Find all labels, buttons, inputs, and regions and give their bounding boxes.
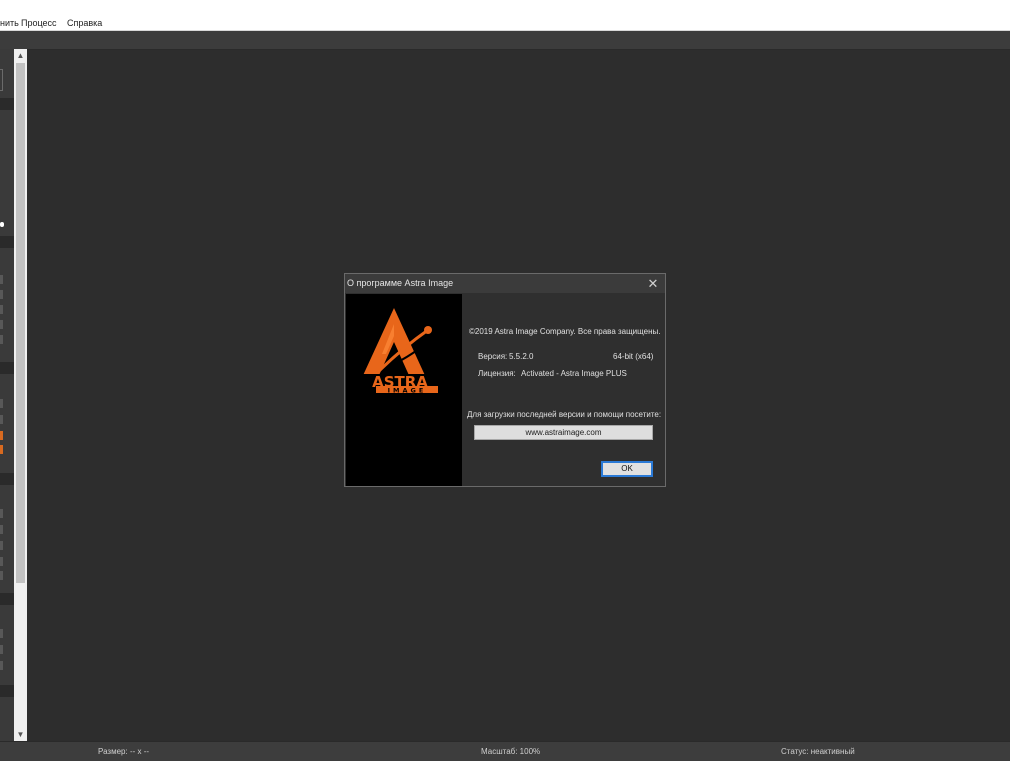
panel-section-header[interactable] bbox=[0, 236, 14, 248]
version-label: Версия: bbox=[478, 352, 508, 361]
astra-logo-icon: ASTRA IMAGE bbox=[360, 308, 440, 395]
logo-text-sub: IMAGE bbox=[388, 387, 427, 395]
panel-control-active[interactable] bbox=[0, 445, 3, 454]
panel-control[interactable] bbox=[0, 557, 3, 566]
panel-section-header[interactable] bbox=[0, 685, 14, 697]
panel-control[interactable] bbox=[0, 290, 3, 299]
panel-section-header[interactable] bbox=[0, 98, 14, 110]
status-bar: Размер: -- x -- Масштаб: 100% Статус: не… bbox=[0, 741, 1010, 761]
copyright-text: ©2019 Astra Image Company. Все права защ… bbox=[469, 327, 661, 336]
license-value: Activated - Astra Image PLUS bbox=[521, 369, 627, 378]
panel-section-header[interactable] bbox=[0, 473, 14, 485]
download-prompt: Для загрузки последней версии и помощи п… bbox=[467, 410, 662, 419]
panel-control[interactable] bbox=[0, 275, 3, 284]
menu-bar: нить Процесс Справка bbox=[0, 0, 1010, 31]
scroll-up-arrow-icon[interactable]: ▲ bbox=[14, 49, 27, 62]
zoom-status: Масштаб: 100% bbox=[481, 747, 541, 756]
panel-control-active[interactable] bbox=[0, 431, 3, 440]
menu-item-process[interactable]: Процесс bbox=[21, 18, 57, 28]
panel-control[interactable] bbox=[0, 509, 3, 518]
dialog-titlebar[interactable]: О программе Astra Image ✕ bbox=[345, 274, 665, 293]
panel-control[interactable] bbox=[0, 320, 3, 329]
scroll-thumb[interactable] bbox=[16, 63, 25, 583]
version-value: 5.5.2.0 bbox=[509, 352, 534, 361]
about-dialog: О программе Astra Image ✕ ASTRA IMAGE ©2… bbox=[344, 273, 666, 487]
panel-control-box[interactable] bbox=[0, 69, 3, 91]
panel-control[interactable] bbox=[0, 335, 3, 344]
panel-control[interactable] bbox=[0, 399, 3, 408]
tools-panel bbox=[0, 49, 14, 741]
panel-control[interactable] bbox=[0, 305, 3, 314]
scroll-down-arrow-icon[interactable]: ▼ bbox=[14, 728, 27, 741]
panel-control[interactable] bbox=[0, 645, 3, 654]
dialog-title: О программе Astra Image bbox=[347, 278, 454, 288]
panel-control[interactable] bbox=[0, 541, 3, 550]
panel-section-header[interactable] bbox=[0, 362, 14, 374]
astra-image-logo: ASTRA IMAGE bbox=[346, 294, 462, 486]
panel-control[interactable] bbox=[0, 661, 3, 670]
menu-item-help[interactable]: Справка bbox=[67, 18, 102, 28]
panel-control[interactable] bbox=[0, 415, 3, 424]
close-icon[interactable]: ✕ bbox=[645, 274, 661, 293]
menu-item-edit[interactable]: нить bbox=[0, 18, 19, 28]
website-link-button[interactable]: www.astraimage.com bbox=[474, 425, 653, 440]
image-size-status: Размер: -- x -- bbox=[98, 747, 150, 756]
panel-section-header[interactable] bbox=[0, 593, 14, 605]
license-label: Лицензия: bbox=[478, 369, 516, 378]
toolbar-strip bbox=[0, 31, 1010, 50]
panel-control[interactable] bbox=[0, 571, 3, 580]
panel-control[interactable] bbox=[0, 525, 3, 534]
activity-status: Статус: неактивный bbox=[781, 747, 855, 756]
ok-button[interactable]: OK bbox=[601, 461, 653, 477]
panel-control[interactable] bbox=[0, 629, 3, 638]
architecture-value: 64-bit (x64) bbox=[613, 352, 654, 361]
slider-knob[interactable] bbox=[0, 222, 4, 227]
panel-scrollbar[interactable]: ▲ ▼ bbox=[14, 49, 27, 741]
